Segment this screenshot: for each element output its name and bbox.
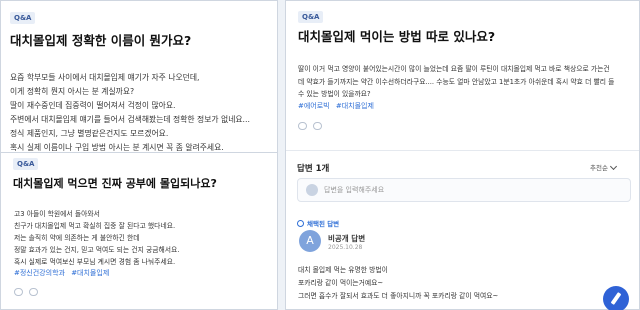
answer-body-line: 대치 몰입제 먹는 유명한 방법이 [298, 266, 388, 274]
avatar: A [299, 230, 321, 252]
divider [286, 150, 639, 151]
qa-tag: Q&A [13, 158, 39, 170]
user-icon [306, 184, 318, 196]
answer-body-line: 그러면 흡수가 잘되서 효과도 더 좋아지니까 꼭 포카리랑 같이 먹여요~ [298, 292, 499, 300]
hashtag-link[interactable]: #정신건강의학과 [14, 269, 65, 277]
check-circle-icon [297, 220, 304, 227]
answer-date: 2025.10.28 [328, 244, 363, 251]
hashtag-row: #정신건강의학과 #대치몰입제 [14, 268, 113, 278]
question-body-line: 주변에서 대치몰입제 얘기를 들어서 검색해봤는데 정확한 정보가 없네요... [10, 115, 250, 124]
question-body-line: 고3 아들이 학원에서 돌아와서 [14, 210, 100, 218]
answer-body-line: 포카리랑 같이 먹이는거예요~ [298, 279, 384, 287]
chevron-down-icon [609, 162, 617, 171]
action-icons [14, 288, 38, 296]
action-icons [298, 122, 322, 130]
question-body-line: 정식 제품인지, 그냥 별명같은건지도 모르겠어요. [10, 129, 169, 138]
qa-tag: Q&A [10, 12, 36, 24]
share-icon[interactable] [313, 122, 322, 130]
share-icon[interactable] [29, 288, 38, 296]
hashtag-link[interactable]: #대치몰입제 [71, 269, 109, 277]
hashtag-link[interactable]: #에어로빅 [298, 102, 330, 110]
question-body-line: 딸이 재수중인데 집중력이 떨어져서 걱정이 많아요. [10, 101, 176, 110]
question-body-line: 정말 효과가 있는 건지, 믿고 먹여도 되는 건지 궁금해서요. [14, 246, 180, 254]
hashtag-row: #에어로빅 #대치몰입제 [298, 101, 378, 111]
hashtag-link[interactable]: #대치몰입제 [336, 102, 374, 110]
write-fab-button[interactable] [603, 286, 629, 310]
question-body-line: 이게 정확히 뭔지 아시는 분 계실까요? [10, 87, 135, 96]
comment-icon[interactable] [14, 288, 23, 296]
question-body-line: 친구가 대치몰입제 먹고 확실히 집중 잘 된다고 했다네요. [14, 222, 176, 230]
adopted-label: 채택된 답변 [307, 220, 340, 228]
question-title[interactable]: 대치몰입제 먹으면 진짜 공부에 몰입되나요? [13, 175, 217, 191]
comment-icon[interactable] [298, 122, 307, 130]
question-body-line: 혹시 실제로 먹여보신 부모님 계시면 경험 좀 나눠주세요. [14, 258, 176, 266]
sort-label: 추천순 [590, 164, 608, 172]
answer-input-box[interactable] [297, 178, 631, 202]
question-body-line: 수 있는 방법이 있을까요? [298, 90, 371, 98]
question-body-line: 데 약효가 들기까지는 약간 이수선하더라구요.... 수능도 얼마 안남았고 … [298, 78, 615, 86]
question-title[interactable]: 대치몰입제 정확한 이름이 뭔가요? [10, 30, 191, 49]
sort-dropdown[interactable]: 추천순 [590, 162, 617, 172]
answers-count: 답변 1개 [297, 164, 330, 174]
adopted-answer-badge: 채택된 답변 [297, 218, 339, 228]
question-title: 대치몰입제 먹이는 방법 따로 있나요? [298, 29, 496, 44]
question-body-line: 딸이 이거 먹고 영양이 붙어있는시간이 많이 늘었는데 요즘 딸이 루틴이 대… [298, 65, 610, 73]
question-body-line: 요즘 학부모들 사이에서 대치몰입제 얘기가 자주 나오던데, [10, 73, 200, 82]
qa-tag: Q&A [298, 11, 324, 23]
pen-icon [610, 292, 622, 305]
question-body-line: 저는 솔직히 약에 의존하는 게 불안하긴 한데 [14, 234, 140, 242]
answer-input[interactable] [324, 183, 614, 197]
answer-author: 비공개 답변 [328, 234, 366, 243]
